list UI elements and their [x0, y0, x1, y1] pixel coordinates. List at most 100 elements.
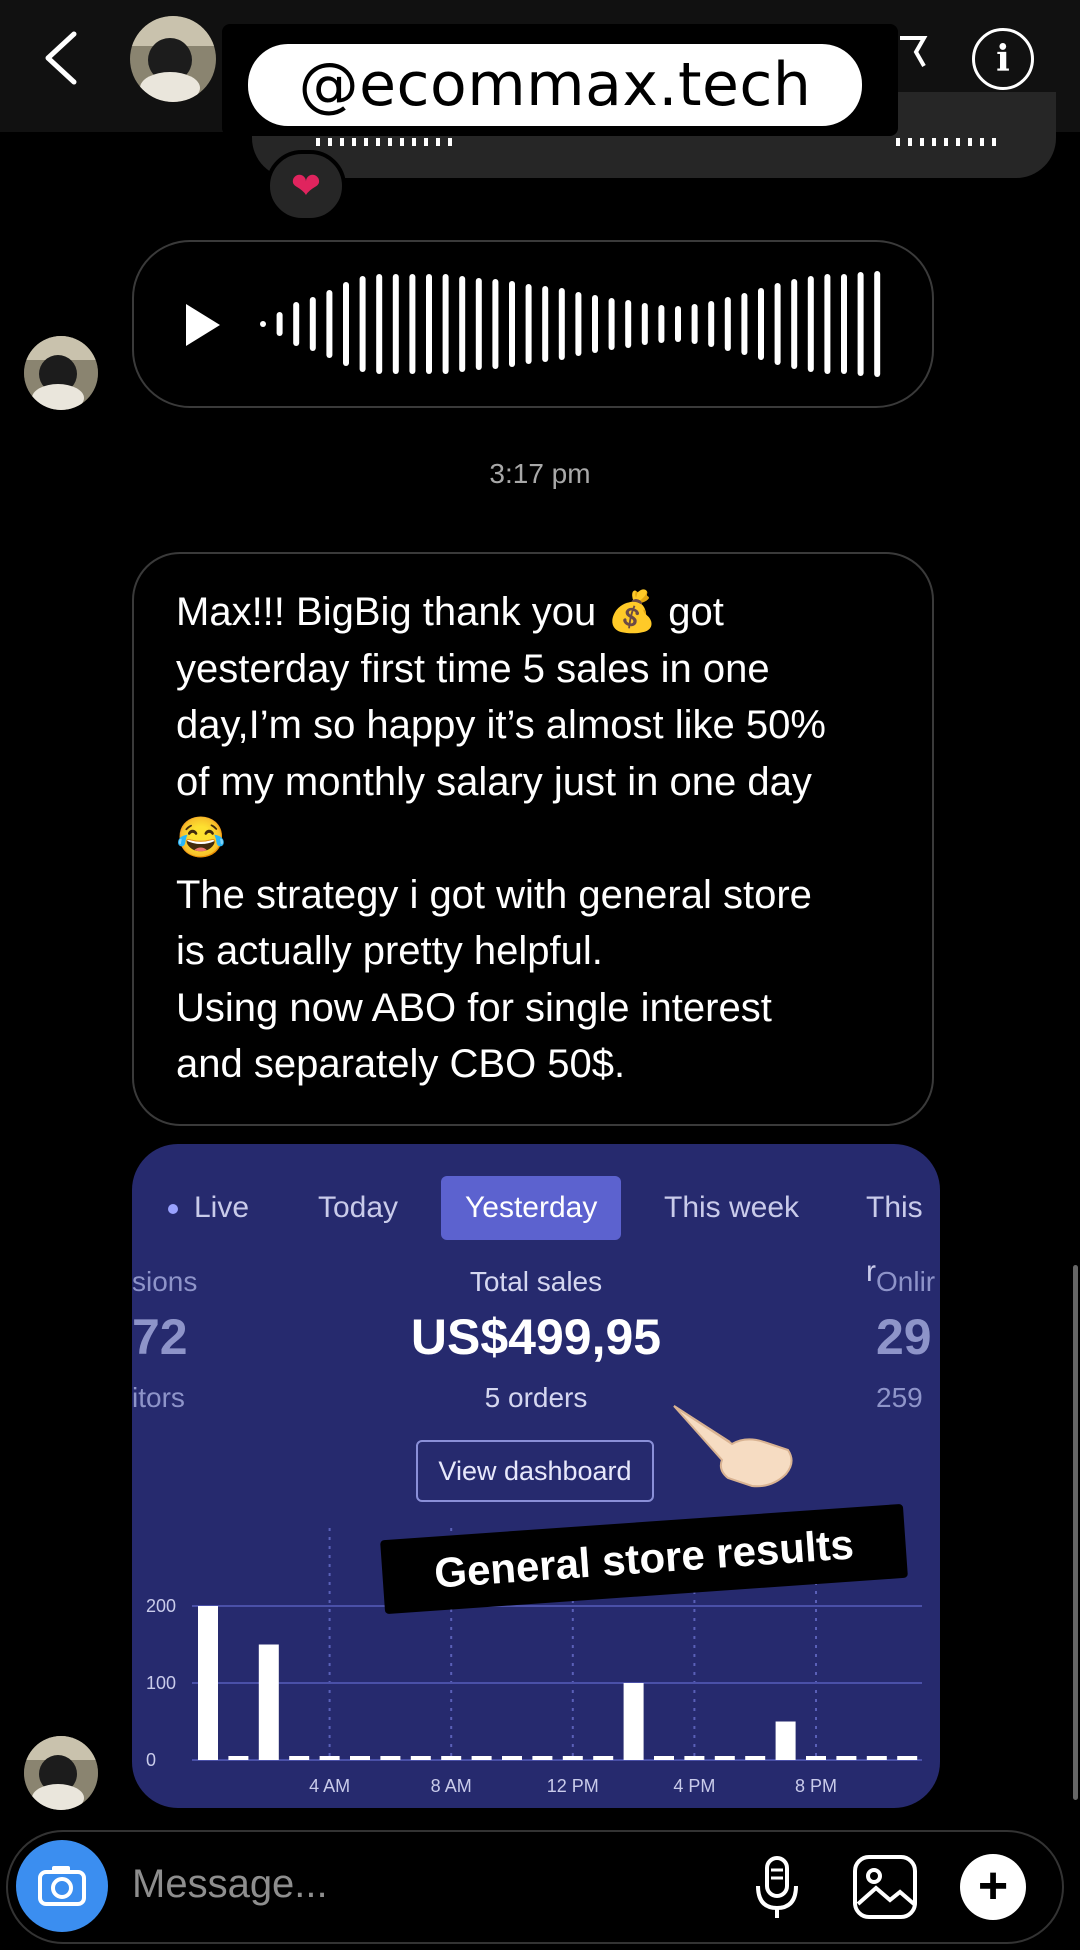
- online-sub: 259: [876, 1382, 923, 1413]
- waveform-bar: [625, 300, 632, 348]
- message-text: Max!!! BigBig thank you 💰 got yesterday …: [176, 590, 826, 1086]
- x-tick-label: 8 AM: [431, 1776, 472, 1796]
- waveform-bar: [558, 288, 565, 360]
- bar-5-am: [350, 1756, 370, 1760]
- waveform-bar: [675, 306, 681, 342]
- gallery-icon[interactable]: [852, 1854, 918, 1920]
- y-tick-label: 200: [146, 1596, 176, 1616]
- camera-button[interactable]: [16, 1840, 108, 1932]
- bar-6-pm: [745, 1756, 766, 1760]
- waveform-bar: [276, 312, 283, 336]
- bar-5-pm: [714, 1756, 735, 1760]
- bar-11-am: [532, 1756, 553, 1760]
- waveform-bar: [724, 297, 731, 351]
- bar-1-pm: [593, 1756, 614, 1760]
- waveform-bar: [658, 305, 665, 343]
- online-value: 29: [876, 1309, 932, 1365]
- waveform-bar: [309, 297, 316, 351]
- waveform-bar: [442, 274, 449, 374]
- waveform-bar: [426, 274, 432, 374]
- waveform-bar: [708, 301, 715, 347]
- camera-icon: [38, 1866, 86, 1906]
- bar-2-am: [258, 1644, 279, 1760]
- bar-4-pm: [684, 1756, 705, 1760]
- bar-9-am: [471, 1756, 492, 1760]
- y-tick-label: 100: [146, 1673, 176, 1693]
- waveform-bar: [376, 274, 383, 374]
- tab-yesterday: Yesterday: [441, 1176, 622, 1240]
- chevron-left-icon[interactable]: [30, 22, 90, 92]
- info-icon[interactable]: i: [972, 28, 1034, 90]
- bar-11-pm: [897, 1756, 918, 1760]
- username[interactable]: @ecommax.tech: [248, 44, 862, 126]
- waveform-bar: [525, 284, 532, 364]
- bar-9-pm: [836, 1756, 857, 1760]
- message-bubble[interactable]: Max!!! BigBig thank you 💰 got yesterday …: [132, 552, 934, 1126]
- waveform-bar: [741, 293, 748, 355]
- message-composer: Message... +: [6, 1830, 1064, 1944]
- bar-8-pm: [806, 1756, 826, 1760]
- bar-3-am: [289, 1756, 310, 1760]
- bar-10-am: [502, 1756, 522, 1760]
- pointing-hand-icon: [673, 1405, 793, 1488]
- waveform-bar: [592, 295, 598, 353]
- waveform-bar: [608, 298, 615, 350]
- waveform-bar: [475, 278, 482, 370]
- avatar[interactable]: [130, 16, 216, 102]
- scrollbar[interactable]: [1073, 1265, 1078, 1800]
- waveform-bar: [841, 274, 847, 374]
- waveform-bar: [774, 283, 781, 365]
- timestamp: 3:17 pm: [489, 458, 591, 489]
- waveform-bar: [326, 290, 333, 358]
- waveform-bar: [857, 272, 864, 376]
- waveform-bar: [359, 276, 366, 372]
- bar-7-am: [410, 1756, 431, 1760]
- online-label: Onlir: [876, 1266, 936, 1297]
- view-dashboard-button: View dashboard: [416, 1440, 654, 1502]
- waveform-bar: [409, 274, 416, 374]
- waveform-bar: [509, 281, 515, 367]
- bar-2-pm: [623, 1683, 644, 1760]
- waveform-bar: [542, 286, 549, 362]
- voice-message[interactable]: [132, 240, 934, 408]
- waveform-bar: [641, 303, 648, 345]
- tab-this-month: This r: [866, 1191, 923, 1288]
- bar-10-pm: [866, 1756, 887, 1760]
- waveform-bar: [824, 274, 831, 374]
- waveform-bar: [807, 276, 814, 372]
- bar-1-am: [228, 1756, 249, 1760]
- waveform-bar: [392, 274, 399, 374]
- waveform-bar: [691, 304, 698, 344]
- waveform-bar: [260, 321, 266, 327]
- waveform-bar: [575, 292, 582, 356]
- avatar[interactable]: [24, 1736, 98, 1810]
- waveform-bar: [758, 288, 764, 360]
- message-input[interactable]: Message...: [132, 1862, 328, 1907]
- x-tick-label: 12 PM: [547, 1776, 599, 1796]
- x-tick-label: 8 PM: [795, 1776, 837, 1796]
- play-icon[interactable]: [182, 302, 222, 348]
- waveform-bar: [459, 276, 466, 372]
- orders-count: 5 orders: [484, 1382, 588, 1413]
- waveform-bar: [492, 279, 499, 369]
- tab-today: Today: [318, 1191, 399, 1224]
- plus-icon[interactable]: +: [960, 1854, 1026, 1920]
- waveform-bar: [293, 302, 300, 346]
- video-call-icon[interactable]: [894, 32, 934, 72]
- total-sales-label: Total sales: [469, 1266, 603, 1297]
- bar-8-am: [441, 1756, 462, 1760]
- waveform-bar: [874, 271, 881, 377]
- bar-12-pm: [562, 1756, 583, 1760]
- waveform: [260, 271, 881, 377]
- bar-3-pm: [654, 1756, 674, 1760]
- live-dot-icon: [168, 1204, 178, 1215]
- bar-4-am: [319, 1756, 340, 1760]
- microphone-icon[interactable]: [754, 1856, 800, 1922]
- x-tick-label: 4 AM: [309, 1776, 350, 1796]
- x-tick-label: 4 PM: [673, 1776, 715, 1796]
- tab-this-week: This week: [664, 1191, 800, 1224]
- sales-dashboard-image[interactable]: Live Today Yesterday This week This r si…: [132, 1144, 940, 1808]
- avatar[interactable]: [24, 336, 98, 410]
- y-tick-label: 0: [146, 1750, 156, 1770]
- heart-reaction[interactable]: ❤: [266, 150, 346, 222]
